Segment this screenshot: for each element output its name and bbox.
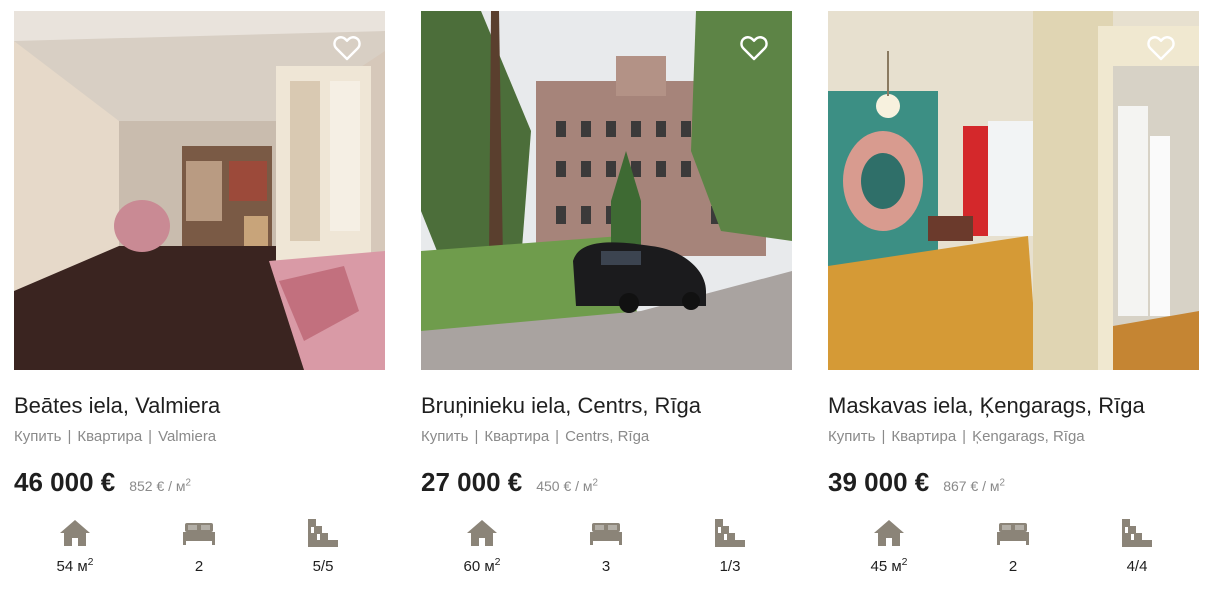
listing-meta: Купить | Квартира | Centrs, Rīga (421, 428, 792, 445)
price-row: 39 000 € 867 € / м2 (828, 467, 1199, 498)
listing-features: 45 м2 2 4/4 (828, 518, 1199, 575)
bed-icon (997, 518, 1029, 548)
bed-icon (183, 518, 215, 548)
listing-features: 54 м2 2 5/5 (14, 518, 385, 575)
feature-floor-value: 1/3 (719, 558, 741, 575)
feature-rooms: 2 (951, 518, 1075, 575)
meta-separator: | (881, 428, 886, 445)
listing-photo[interactable] (14, 11, 385, 370)
listing-price: 27 000 € (421, 467, 523, 497)
feature-area-value: 54 м2 (56, 556, 94, 575)
room-photo-illustration (14, 11, 385, 370)
listing-location: Centrs, Rīga (565, 428, 650, 445)
stairs-icon (308, 518, 338, 548)
building-photo-illustration (421, 11, 792, 370)
feature-rooms-value: 3 (601, 558, 611, 575)
house-icon (873, 518, 905, 548)
listing-price: 46 000 € (14, 467, 116, 497)
bed-icon (590, 518, 622, 548)
listing-card[interactable]: Bruņinieku iela, Centrs, Rīga Купить | К… (421, 11, 792, 575)
meta-separator: | (555, 428, 560, 445)
deal-type: Купить (14, 428, 62, 445)
meta-separator: | (148, 428, 153, 445)
price-per-m2: 852 € / м2 (129, 477, 191, 494)
feature-area: 60 м2 (420, 518, 544, 575)
listing-title[interactable]: Maskavas iela, Ķengarags, Rīga (828, 392, 1199, 420)
property-type: Квартира (77, 428, 143, 445)
listing-features: 60 м2 3 1/3 (421, 518, 792, 575)
favorite-heart-icon[interactable] (740, 35, 768, 61)
deal-type: Купить (828, 428, 876, 445)
house-icon (466, 518, 498, 548)
listing-title[interactable]: Bruņinieku iela, Centrs, Rīga (421, 392, 792, 420)
feature-area-value: 45 м2 (870, 556, 908, 575)
price-per-m2: 450 € / м2 (536, 477, 598, 494)
listing-title[interactable]: Beātes iela, Valmiera (14, 392, 385, 420)
listing-card[interactable]: Maskavas iela, Ķengarags, Rīga Купить | … (828, 11, 1199, 575)
deal-type: Купить (421, 428, 469, 445)
listing-photo[interactable] (828, 11, 1199, 370)
listing-meta: Купить | Квартира | Ķengarags, Rīga (828, 428, 1199, 445)
listing-grid: Beātes iela, Valmiera Купить | Квартира … (0, 0, 1212, 597)
listing-location: Valmiera (158, 428, 217, 445)
feature-rooms-value: 2 (1008, 558, 1018, 575)
feature-area: 45 м2 (827, 518, 951, 575)
feature-area-value: 60 м2 (463, 556, 501, 575)
stairs-icon (1122, 518, 1152, 548)
meta-separator: | (474, 428, 479, 445)
feature-floor: 1/3 (668, 518, 792, 575)
listing-price: 39 000 € (828, 467, 930, 497)
price-per-m2: 867 € / м2 (943, 477, 1005, 494)
listing-meta: Купить | Квартира | Valmiera (14, 428, 385, 445)
listing-location: Ķengarags, Rīga (972, 428, 1085, 445)
property-type: Квартира (484, 428, 550, 445)
listing-photo[interactable] (421, 11, 792, 370)
feature-area: 54 м2 (13, 518, 137, 575)
stairs-icon (715, 518, 745, 548)
favorite-heart-icon[interactable] (1147, 35, 1175, 61)
feature-floor-value: 5/5 (312, 558, 334, 575)
property-type: Квартира (891, 428, 957, 445)
feature-rooms: 2 (137, 518, 261, 575)
price-row: 27 000 € 450 € / м2 (421, 467, 792, 498)
price-row: 46 000 € 852 € / м2 (14, 467, 385, 498)
feature-floor: 5/5 (261, 518, 385, 575)
feature-rooms: 3 (544, 518, 668, 575)
feature-floor: 4/4 (1075, 518, 1199, 575)
meta-separator: | (67, 428, 72, 445)
room-photo-illustration (828, 11, 1199, 370)
feature-rooms-value: 2 (194, 558, 204, 575)
meta-separator: | (962, 428, 967, 445)
feature-floor-value: 4/4 (1126, 558, 1148, 575)
favorite-heart-icon[interactable] (333, 35, 361, 61)
house-icon (59, 518, 91, 548)
listing-card[interactable]: Beātes iela, Valmiera Купить | Квартира … (14, 11, 385, 575)
